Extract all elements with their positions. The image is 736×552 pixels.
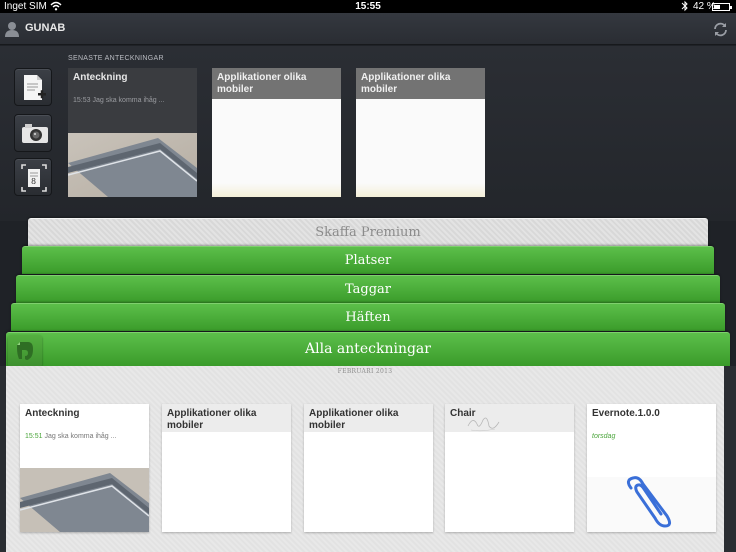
tab-tags[interactable]: Taggar bbox=[16, 275, 720, 303]
note-card[interactable]: Evernote.1.0.0 torsdag bbox=[587, 404, 716, 532]
camera-icon bbox=[22, 124, 48, 143]
note-title: Applikationer olika mobiler bbox=[162, 404, 291, 432]
side-frame-right bbox=[724, 366, 736, 552]
month-header: FEBRUARI 2013 bbox=[337, 368, 393, 375]
note-title: Applikationer olika mobiler bbox=[212, 68, 341, 99]
note-photo-thumbnail bbox=[20, 468, 149, 532]
recent-notes-label: SENASTE ANTECKNINGAR bbox=[68, 55, 164, 62]
handwriting-sketch bbox=[467, 417, 500, 432]
battery-icon bbox=[712, 3, 732, 11]
tab-premium[interactable]: Skaffa Premium bbox=[28, 218, 708, 246]
bluetooth-icon bbox=[681, 0, 688, 12]
note-title: Applikationer olika mobiler bbox=[304, 404, 433, 432]
battery-nub bbox=[730, 6, 732, 9]
status-bar: Inget SIM 15:55 42 % bbox=[0, 0, 736, 13]
user-icon[interactable] bbox=[5, 21, 19, 37]
note-card[interactable]: Applikationer olika mobiler bbox=[162, 404, 291, 532]
tab-places[interactable]: Platser bbox=[22, 246, 714, 274]
note-snippet: Jag ska komma ihåg ... bbox=[92, 97, 165, 104]
account-bar: GUNAB bbox=[0, 13, 736, 45]
note-meta: 15:53 Jag ska komma ihåg ... bbox=[73, 97, 164, 104]
note-title: Applikationer olika mobiler bbox=[356, 68, 485, 99]
scan-button[interactable]: 8 bbox=[14, 158, 52, 196]
tab-notebooks[interactable]: Häften bbox=[11, 303, 725, 331]
note-date: torsdag bbox=[592, 433, 616, 440]
note-title: Anteckning bbox=[20, 404, 149, 432]
note-time: 15:53 bbox=[73, 97, 91, 104]
note-card[interactable]: Applikationer olika mobiler bbox=[304, 404, 433, 532]
recent-note-card[interactable]: Anteckning 15:53 Jag ska komma ihåg ... bbox=[68, 68, 197, 197]
svg-text:8: 8 bbox=[31, 177, 36, 186]
elephant-icon bbox=[17, 342, 33, 360]
card-fade bbox=[356, 183, 485, 197]
recent-note-card[interactable]: Applikationer olika mobiler bbox=[212, 68, 341, 197]
note-title: Anteckning bbox=[73, 72, 128, 83]
evernote-logo[interactable] bbox=[8, 335, 42, 368]
note-title: Evernote.1.0.0 bbox=[587, 404, 716, 432]
note-time: 15:51 bbox=[25, 433, 43, 440]
new-note-button[interactable] bbox=[14, 68, 52, 106]
camera-button[interactable] bbox=[14, 114, 52, 152]
sync-icon[interactable] bbox=[712, 21, 729, 38]
note-plus-icon bbox=[24, 75, 46, 100]
note-card[interactable]: Anteckning 15:51 Jag ska komma ihåg ... bbox=[20, 404, 149, 532]
note-meta: 15:51 Jag ska komma ihåg ... bbox=[25, 433, 116, 440]
clock: 15:55 bbox=[355, 1, 381, 12]
page-camera-icon: 8 bbox=[21, 164, 47, 192]
paperclip-icon bbox=[626, 476, 672, 528]
tab-all-notes[interactable]: Alla anteckningar bbox=[6, 332, 730, 366]
recent-note-card[interactable]: Applikationer olika mobiler bbox=[356, 68, 485, 197]
account-name[interactable]: GUNAB bbox=[25, 22, 65, 34]
battery-fill bbox=[714, 5, 720, 9]
card-fade bbox=[212, 183, 341, 197]
note-card[interactable]: Chair bbox=[445, 404, 574, 532]
note-photo-thumbnail bbox=[68, 133, 197, 197]
note-snippet: Jag ska komma ihåg ... bbox=[44, 433, 117, 440]
